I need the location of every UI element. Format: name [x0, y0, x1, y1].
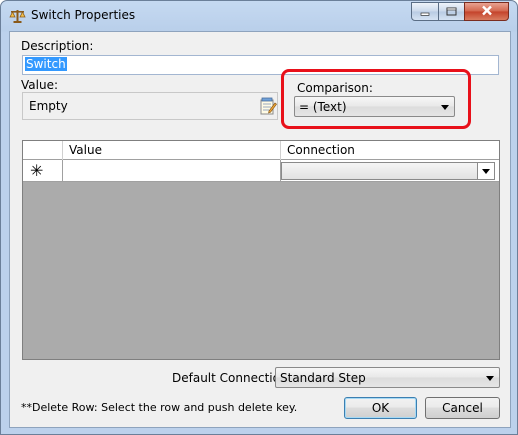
comparison-label: Comparison: [297, 81, 373, 95]
description-label: Description: [21, 39, 94, 53]
row-header[interactable]: ✳ [23, 160, 63, 181]
row-value-cell[interactable] [63, 160, 281, 181]
minimize-button[interactable] [411, 2, 439, 21]
close-icon [481, 5, 493, 19]
title-bar[interactable]: Switch Properties [1, 1, 517, 31]
window-title: Switch Properties [31, 8, 136, 22]
cancel-button[interactable]: Cancel [425, 397, 500, 419]
minimize-icon [420, 5, 430, 19]
close-button[interactable] [464, 2, 509, 21]
row-connection-select[interactable] [281, 162, 495, 180]
grid-header-corner [23, 141, 63, 160]
delete-row-hint: **Delete Row: Select the row and push de… [21, 401, 298, 414]
dialog-body: Description: Switch Value: Empty Compari… [9, 31, 511, 428]
maximize-button[interactable] [438, 2, 465, 21]
grid-header: Value Connection [23, 141, 499, 160]
chevron-down-icon [486, 376, 494, 381]
column-header-value[interactable]: Value [63, 141, 281, 160]
comparison-select[interactable]: = (Text) [294, 96, 455, 117]
column-header-connection[interactable]: Connection [281, 141, 499, 160]
comparison-selected: = (Text) [299, 100, 347, 114]
value-text: Empty [29, 99, 68, 113]
dropdown-button[interactable] [477, 163, 494, 179]
grid-new-row[interactable]: ✳ [23, 160, 499, 182]
description-value: Switch [25, 57, 67, 71]
ok-button[interactable]: OK [344, 397, 417, 419]
chevron-down-icon [441, 105, 449, 110]
chevron-down-icon [482, 169, 490, 174]
value-field: Empty [22, 92, 278, 120]
new-row-icon: ✳ [30, 161, 44, 180]
default-connection-selected: Standard Step [280, 371, 366, 385]
dialog-window: Switch Properties Description: Switch Va… [0, 0, 518, 435]
maximize-icon [446, 5, 457, 19]
default-connection-label: Default Connection: [172, 371, 292, 385]
value-label: Value: [21, 78, 58, 92]
default-connection-select[interactable]: Standard Step [275, 367, 500, 388]
switch-cases-grid[interactable]: Value Connection ✳ [22, 140, 500, 360]
edit-notepad-icon[interactable] [260, 97, 277, 115]
switch-scale-icon [9, 8, 26, 24]
